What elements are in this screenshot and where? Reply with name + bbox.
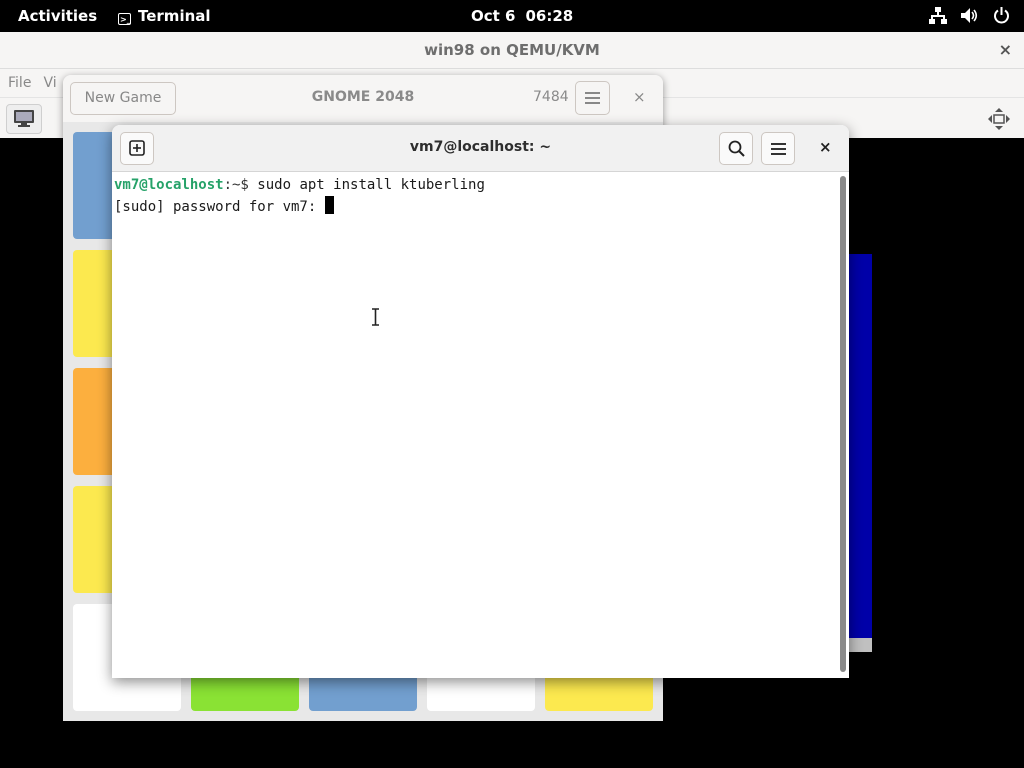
ibeam-cursor-icon (372, 308, 379, 326)
top-bar: Activities >_ Terminal Oct 6 06:28 (0, 0, 1024, 32)
network-icon (929, 7, 947, 24)
volume-icon (961, 8, 978, 23)
show-console-button[interactable] (6, 104, 42, 134)
system-tray[interactable] (929, 7, 1010, 24)
game-menu-button[interactable] (575, 81, 610, 115)
terminal-menu-button[interactable] (761, 132, 795, 165)
hamburger-icon (585, 92, 600, 94)
vm-guest-blue-area (848, 254, 872, 638)
menu-file[interactable]: File (8, 75, 31, 91)
monitor-icon (14, 110, 34, 127)
menu-view[interactable]: Vi (43, 75, 56, 91)
gnome-2048-headerbar[interactable]: New Game GNOME 2048 7484 × (63, 75, 663, 123)
vm-guest-gray-area (848, 638, 872, 652)
terminal-headerbar[interactable]: vm7@localhost: ~ × (112, 125, 849, 172)
score-label: 7484 (533, 89, 569, 105)
app-menu-label: Terminal (138, 7, 211, 25)
search-button[interactable] (719, 132, 753, 165)
terminal-window: vm7@localhost: ~ × vm7@localhost:~$ sudo… (112, 125, 849, 678)
game-close-button[interactable]: × (633, 88, 646, 106)
text-cursor (324, 196, 334, 214)
terminal-output[interactable]: vm7@localhost:~$ sudo apt install ktuber… (112, 172, 836, 678)
search-icon (728, 140, 745, 157)
terminal-password-line: [sudo] password for vm7: (114, 196, 836, 217)
hamburger-icon (771, 143, 786, 145)
prompt-user: vm7@localhost (114, 177, 224, 193)
vm-viewer-title: win98 on QEMU/KVM (424, 41, 600, 59)
scrollbar-thumb[interactable] (840, 176, 846, 672)
terminal-close-button[interactable]: × (819, 138, 832, 156)
app-menu-terminal[interactable]: >_ Terminal (118, 7, 211, 25)
terminal-icon: >_ (118, 13, 131, 25)
fullscreen-icon[interactable] (988, 108, 1010, 130)
clock[interactable]: Oct 6 06:28 (471, 7, 573, 25)
command-text: sudo apt install ktuberling (257, 177, 485, 193)
terminal-scrollbar[interactable] (837, 172, 849, 678)
clock-time: 06:28 (525, 7, 574, 25)
terminal-command-line: vm7@localhost:~$ sudo apt install ktuber… (114, 175, 836, 196)
power-icon (994, 7, 1009, 24)
activities-button[interactable]: Activities (18, 7, 97, 25)
prompt-path: :~$ (223, 177, 258, 193)
vm-close-button[interactable]: × (999, 32, 1012, 68)
password-prompt: [sudo] password for vm7: (114, 199, 325, 215)
clock-date: Oct 6 (471, 7, 516, 25)
vm-viewer-titlebar[interactable]: win98 on QEMU/KVM × (0, 32, 1024, 69)
gnome-2048-title: GNOME 2048 (311, 89, 415, 105)
